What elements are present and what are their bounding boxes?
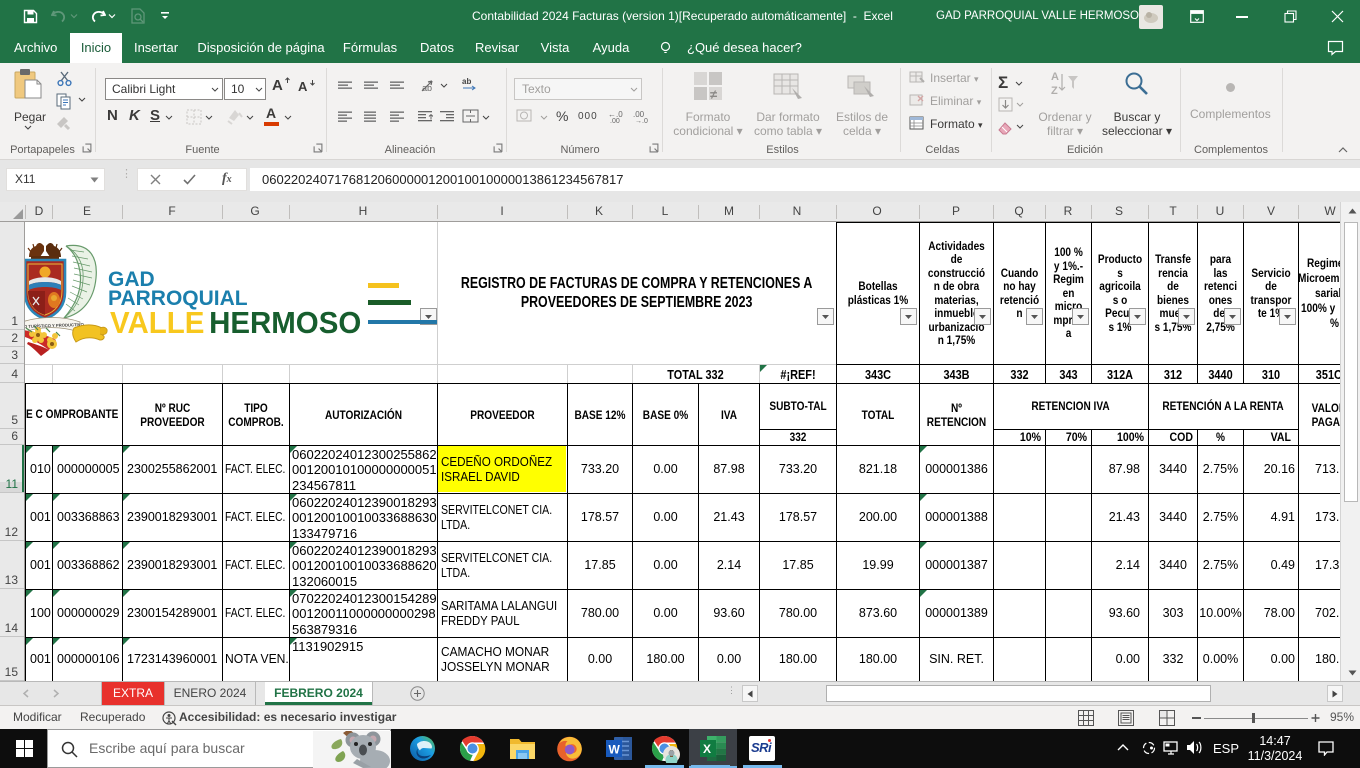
svg-text:ab: ab — [462, 77, 471, 86]
svg-text:W: W — [609, 743, 621, 757]
svg-text:.00: .00 — [610, 118, 620, 124]
svg-text:≠: ≠ — [710, 87, 717, 102]
svg-text:→.0: →.0 — [635, 118, 648, 124]
svg-text:Z: Z — [1051, 85, 1058, 97]
svg-text:A: A — [1051, 71, 1059, 83]
svg-text:X: X — [703, 742, 711, 756]
svg-text:ab: ab — [422, 83, 432, 93]
